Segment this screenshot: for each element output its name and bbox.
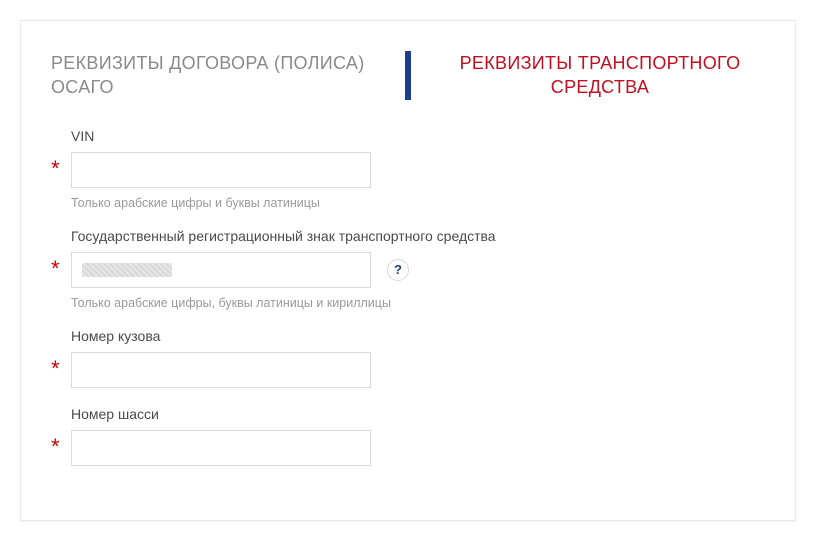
vin-input[interactable] <box>71 152 371 188</box>
required-mark-icon: * <box>51 252 69 280</box>
tabs: РЕКВИЗИТЫ ДОГОВОРА (ПОЛИСА) ОСАГО РЕКВИЗ… <box>51 51 765 100</box>
vin-label: VIN <box>71 128 765 144</box>
field-chassis: Номер шасси * <box>71 406 765 466</box>
tab-policy-details[interactable]: РЕКВИЗИТЫ ДОГОВОРА (ПОЛИСА) ОСАГО <box>51 51 399 100</box>
tab-divider <box>405 51 411 100</box>
tab-vehicle-details[interactable]: РЕКВИЗИТЫ ТРАНСПОРТНОГО СРЕДСТВА <box>417 51 765 100</box>
vehicle-form: VIN * Только арабские цифры и буквы лати… <box>51 128 765 466</box>
chassis-input-row: * <box>71 430 765 466</box>
body-input-row: * <box>71 352 765 388</box>
plate-masked-value <box>82 263 172 277</box>
plate-hint: Только арабские цифры, буквы латиницы и … <box>71 296 765 310</box>
plate-label: Государственный регистрационный знак тра… <box>71 228 765 244</box>
help-icon[interactable]: ? <box>387 259 409 281</box>
vin-hint: Только арабские цифры и буквы латиницы <box>71 196 765 210</box>
plate-input[interactable] <box>71 252 371 288</box>
chassis-label: Номер шасси <box>71 406 765 422</box>
field-plate: Государственный регистрационный знак тра… <box>71 228 765 310</box>
body-input[interactable] <box>71 352 371 388</box>
required-mark-icon: * <box>51 352 69 380</box>
field-body: Номер кузова * <box>71 328 765 388</box>
chassis-input[interactable] <box>71 430 371 466</box>
required-mark-icon: * <box>51 430 69 458</box>
form-card: РЕКВИЗИТЫ ДОГОВОРА (ПОЛИСА) ОСАГО РЕКВИЗ… <box>20 20 796 521</box>
required-mark-icon: * <box>51 152 69 180</box>
plate-input-row: * ? <box>71 252 765 288</box>
vin-input-row: * <box>71 152 765 188</box>
field-vin: VIN * Только арабские цифры и буквы лати… <box>71 128 765 210</box>
body-label: Номер кузова <box>71 328 765 344</box>
